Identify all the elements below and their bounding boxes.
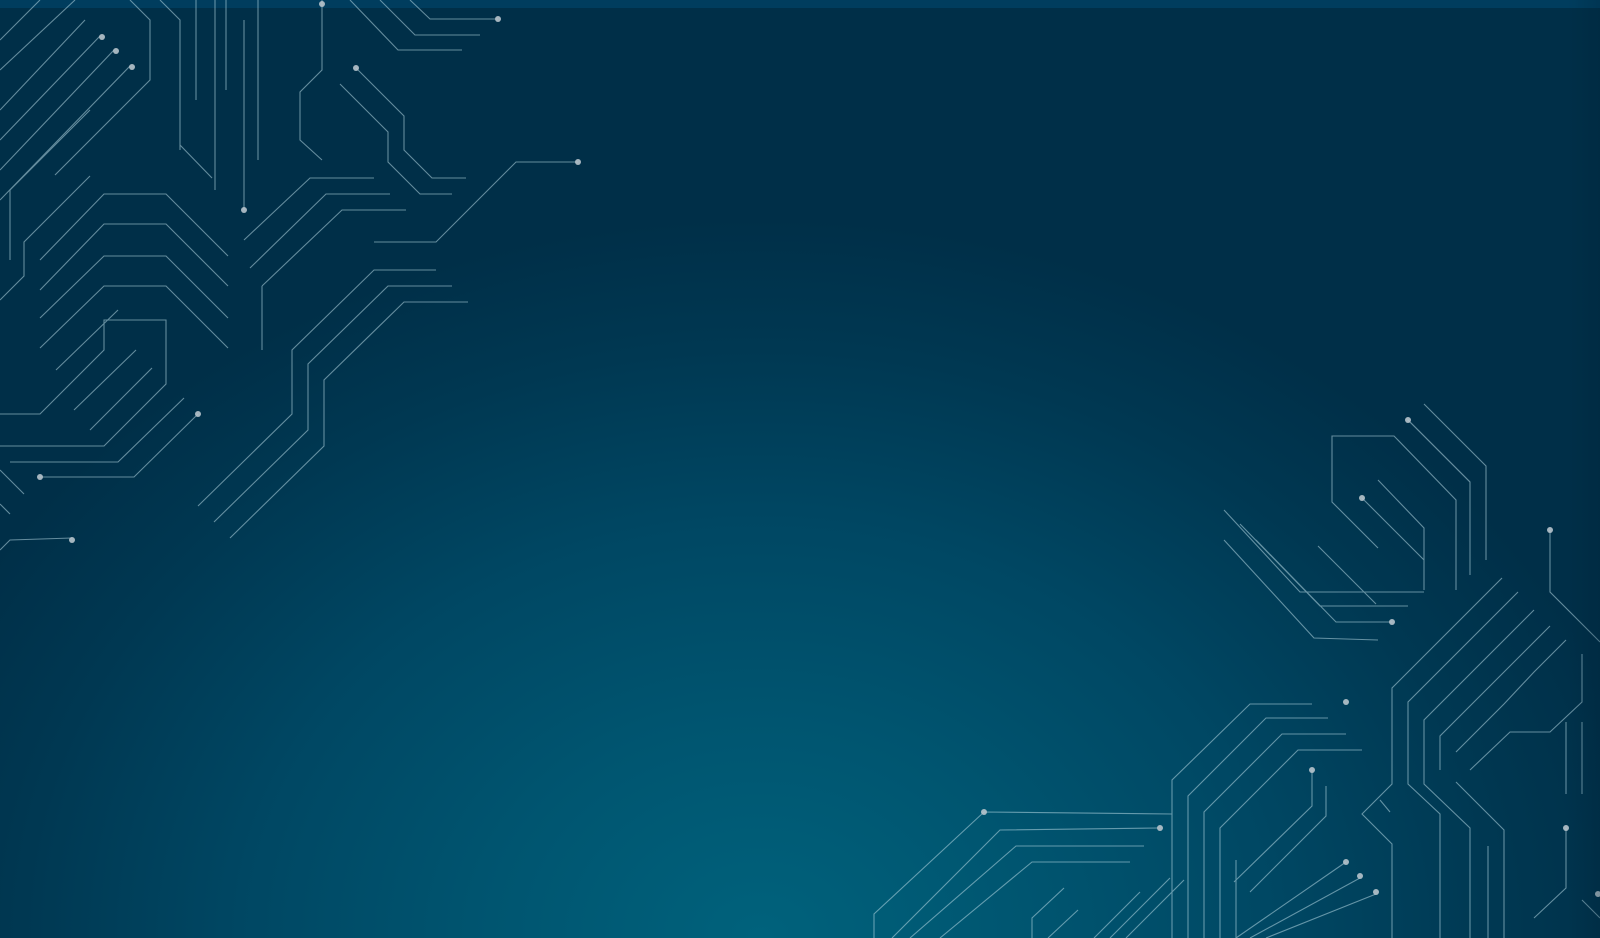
circuit-pattern-bottom-right	[873, 403, 1600, 938]
right-edge-shadow	[1568, 0, 1600, 938]
wallpaper-background	[0, 0, 1600, 938]
